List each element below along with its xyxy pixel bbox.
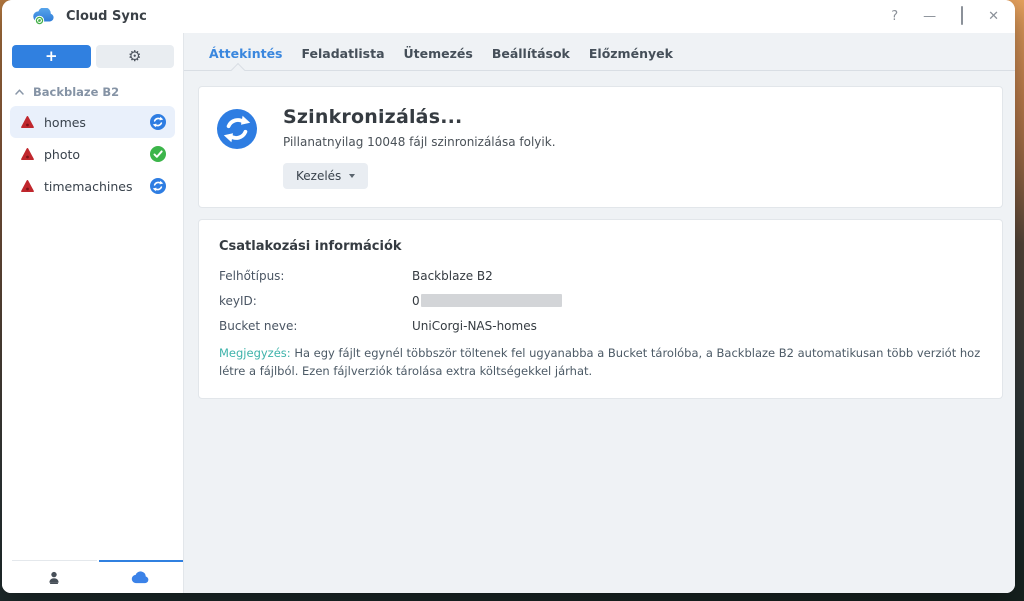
- tab-bar: Áttekintés Feladatlista Ütemezés Beállít…: [184, 33, 1015, 71]
- tab-task-list[interactable]: Feladatlista: [302, 46, 385, 61]
- sidebar-toolbar: + ⚙: [2, 33, 183, 68]
- sidebar-item-timemachines[interactable]: timemachines: [10, 170, 175, 202]
- info-label: keyID:: [219, 294, 412, 308]
- sync-status-title: Szinkronizálás...: [283, 106, 556, 128]
- info-row-keyid: keyID: 0: [219, 294, 982, 308]
- info-row-cloud-type: Felhőtípus: Backblaze B2: [219, 269, 982, 283]
- sidebar-item-homes[interactable]: homes: [10, 106, 175, 138]
- keyid-prefix: 0: [412, 294, 420, 308]
- redacted-value: [421, 294, 562, 307]
- cloud-sync-app-icon: [32, 8, 56, 26]
- sync-status-card: Szinkronizálás... Pillanatnyilag 10048 f…: [198, 86, 1003, 208]
- sync-status-icon: [150, 114, 166, 130]
- sidebar-item-label: timemachines: [44, 179, 141, 194]
- window-title: Cloud Sync: [66, 9, 147, 24]
- tab-settings[interactable]: Beállítások: [492, 46, 570, 61]
- connection-info-rows: Felhőtípus: Backblaze B2 keyID: 0 Bucket…: [219, 269, 982, 333]
- sidebar-item-label: homes: [44, 115, 141, 130]
- sidebar-spacer: [2, 202, 183, 560]
- gear-icon: ⚙: [128, 49, 141, 64]
- desktop: { "window": { "title": "Cloud Sync", "co…: [0, 0, 1024, 601]
- info-label: Bucket neve:: [219, 319, 412, 333]
- syncing-icon: [217, 109, 257, 149]
- help-button[interactable]: ?: [891, 10, 898, 23]
- sidebar-item-label: photo: [44, 147, 141, 162]
- sidebar-section-backblaze[interactable]: Backblaze B2: [2, 68, 183, 106]
- settings-button[interactable]: ⚙: [96, 45, 175, 68]
- info-value: UniCorgi-NAS-homes: [412, 319, 537, 333]
- sidebar-footer: [2, 560, 183, 593]
- info-value: 0: [412, 294, 562, 308]
- footer-tab-cloud[interactable]: [99, 560, 184, 593]
- backblaze-flame-icon: [20, 147, 35, 161]
- overview-content: Szinkronizálás... Pillanatnyilag 10048 f…: [184, 71, 1015, 593]
- sync-status-icon: [150, 178, 166, 194]
- connection-info-card: Csatlakozási információk Felhőtípus: Bac…: [198, 219, 1003, 399]
- tab-overview[interactable]: Áttekintés: [209, 46, 283, 61]
- add-connection-button[interactable]: +: [12, 45, 91, 68]
- sidebar: + ⚙ Backblaze B2 homes: [2, 33, 184, 593]
- info-label: Felhőtípus:: [219, 269, 412, 283]
- info-row-bucket-name: Bucket neve: UniCorgi-NAS-homes: [219, 319, 982, 333]
- close-button[interactable]: ✕: [988, 10, 999, 23]
- sidebar-item-photo[interactable]: photo: [10, 138, 175, 170]
- backblaze-flame-icon: [20, 179, 35, 193]
- manage-button-label: Kezelés: [296, 169, 341, 183]
- footer-tab-accounts[interactable]: [12, 560, 97, 593]
- cloud-sync-window: Cloud Sync ? — ✕ + ⚙ Backblaze B2: [2, 0, 1015, 593]
- sidebar-section-label: Backblaze B2: [33, 85, 119, 99]
- note-text: Megjegyzés: Ha egy fájlt egynél többször…: [219, 344, 982, 381]
- cloud-icon: [131, 571, 150, 584]
- backblaze-flame-icon: [20, 115, 35, 129]
- note-label: Megjegyzés:: [219, 346, 291, 360]
- minimize-button[interactable]: —: [923, 10, 936, 23]
- person-icon: [46, 570, 62, 586]
- chevron-up-icon: [15, 89, 24, 95]
- check-status-icon: [150, 146, 166, 162]
- note-body: Ha egy fájlt egynél többször töltenek fe…: [219, 346, 980, 378]
- sync-status-subtitle: Pillanatnyilag 10048 fájl szinronizálása…: [283, 135, 556, 149]
- chevron-down-icon: [349, 174, 355, 178]
- main-panel: Áttekintés Feladatlista Ütemezés Beállít…: [184, 33, 1015, 593]
- window-controls: ? — ✕: [891, 10, 999, 23]
- tab-history[interactable]: Előzmények: [589, 46, 673, 61]
- tab-schedule[interactable]: Ütemezés: [404, 46, 473, 61]
- maximize-icon: [961, 6, 963, 25]
- connection-info-title: Csatlakozási információk: [219, 239, 982, 254]
- title-bar: Cloud Sync ? — ✕: [2, 0, 1015, 33]
- maximize-button[interactable]: [961, 10, 963, 23]
- info-value: Backblaze B2: [412, 269, 493, 283]
- manage-button[interactable]: Kezelés: [283, 163, 368, 189]
